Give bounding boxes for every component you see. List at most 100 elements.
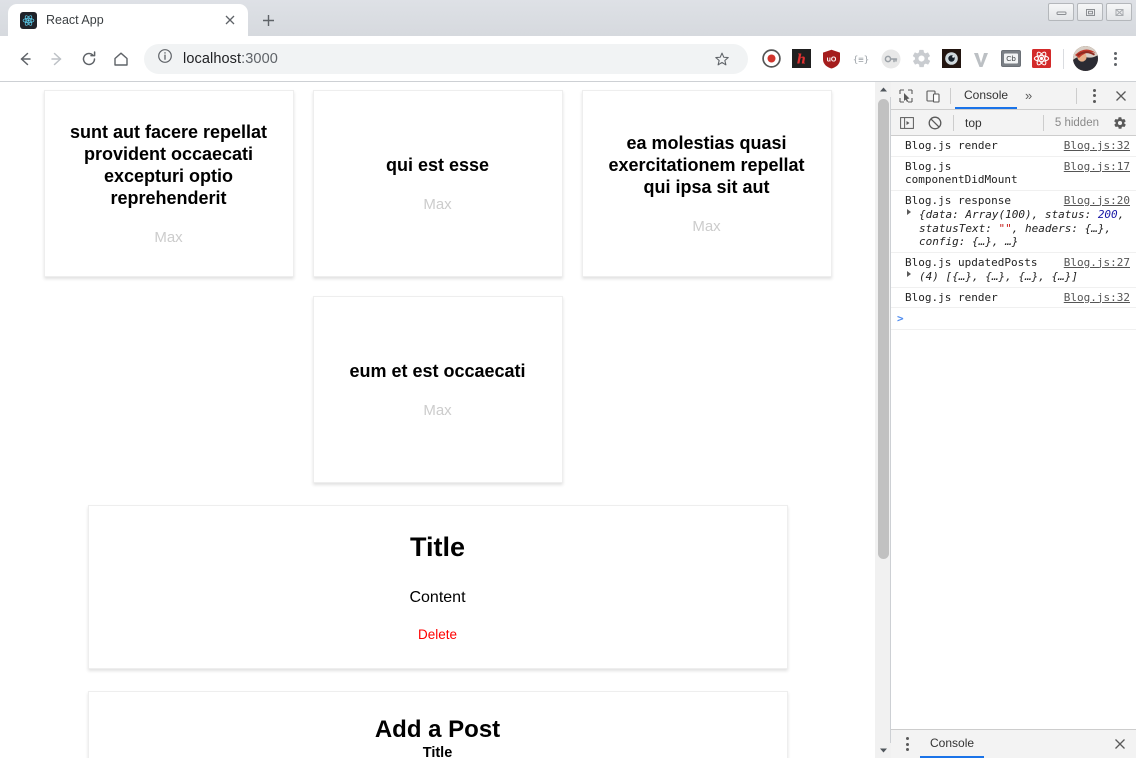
h-extension-icon[interactable]: h <box>788 46 814 72</box>
expand-object-arrow-icon[interactable] <box>907 209 911 215</box>
devtools-more-tabs-button[interactable]: » <box>1018 84 1039 108</box>
console-prompt-row[interactable]: > <box>891 308 1136 330</box>
reload-button[interactable] <box>74 44 104 74</box>
console-settings-icon[interactable] <box>1107 111 1133 135</box>
vimium-extension-icon[interactable] <box>968 46 994 72</box>
post-author: Max <box>154 229 183 246</box>
window-controls <box>1048 3 1132 21</box>
console-drawer-bar: Console <box>891 729 1136 758</box>
forward-button[interactable] <box>42 44 72 74</box>
new-tab-button[interactable] <box>254 6 282 34</box>
back-button[interactable] <box>10 44 40 74</box>
expand-array-arrow-icon[interactable] <box>907 271 911 277</box>
toolbar-divider <box>1063 48 1064 69</box>
post-author: Max <box>692 218 721 235</box>
url-port: :3000 <box>241 50 278 67</box>
extensions-strip: h uO {≡} Cb <box>758 46 1128 72</box>
devtools-toolbar: Console » <box>891 82 1136 110</box>
site-info-icon[interactable] <box>157 48 173 69</box>
scroll-up-arrow-icon[interactable] <box>876 82 891 97</box>
settings-gear-extension-icon[interactable] <box>908 46 934 72</box>
console-log-object[interactable]: (4) [{…}, {…}, {…}, {…}] <box>905 270 1130 284</box>
json-formatter-extension-icon[interactable]: {≡} <box>848 46 874 72</box>
object-statustext-value: "" <box>998 221 1012 235</box>
drawer-tab-console[interactable]: Console <box>920 730 985 758</box>
svg-text:uO: uO <box>826 56 836 63</box>
post-title: sunt aut facere repellat provident occae… <box>69 122 268 208</box>
console-log-source[interactable]: Blog.js:32 <box>1064 291 1130 305</box>
url-host: localhost <box>183 50 242 67</box>
svg-text:h: h <box>796 53 805 68</box>
clipboard-extension-icon[interactable]: Cb <box>998 46 1024 72</box>
console-log-list[interactable]: Blog.js render Blog.js:32 Blog.js compon… <box>891 136 1136 729</box>
screen-capture-extension-icon[interactable] <box>938 46 964 72</box>
page-scrollbar[interactable] <box>875 82 891 758</box>
new-post-heading: Add a Post <box>374 716 501 743</box>
browser-menu-button[interactable] <box>1102 46 1128 72</box>
browser-tab-react-app[interactable]: React App <box>8 4 248 36</box>
tab-title: React App <box>46 13 104 27</box>
console-context-selector[interactable]: top <box>959 116 988 130</box>
react-devtools-extension-icon[interactable] <box>1028 46 1054 72</box>
home-button[interactable] <box>106 44 136 74</box>
bookmark-star-icon[interactable] <box>708 45 736 73</box>
ublock-origin-extension-icon[interactable]: uO <box>818 46 844 72</box>
drawer-menu-button[interactable] <box>894 732 920 756</box>
browser-window: React App localhost:3000 h uO {≡} Cb sun… <box>0 0 1136 758</box>
password-key-extension-icon[interactable] <box>878 46 904 72</box>
console-sidebar-icon[interactable] <box>894 111 920 135</box>
console-log-entry[interactable]: Blog.js response Blog.js:20 {data: Array… <box>891 191 1136 253</box>
close-tab-icon[interactable] <box>221 12 238 29</box>
minimize-window-button[interactable] <box>1048 3 1074 21</box>
console-log-message: Blog.js render <box>905 139 998 152</box>
post-title: ea molestias quasi exercitationem repell… <box>608 133 805 197</box>
close-window-button[interactable] <box>1106 3 1132 21</box>
scrollbar-thumb[interactable] <box>878 99 889 559</box>
svg-text:Cb: Cb <box>1006 54 1016 63</box>
devtools-close-button[interactable] <box>1108 84 1134 108</box>
post-card[interactable]: qui est esse Max <box>312 90 563 277</box>
post-title: qui est esse <box>385 155 490 175</box>
console-log-source[interactable]: Blog.js:20 <box>1064 194 1130 208</box>
full-post-content: Content <box>409 589 466 606</box>
delete-post-button[interactable]: Delete <box>418 627 457 642</box>
console-log-entry[interactable]: Blog.js componentDidMount Blog.js:17 <box>891 157 1136 191</box>
record-extension-icon[interactable] <box>758 46 784 72</box>
console-log-source[interactable]: Blog.js:17 <box>1064 160 1130 174</box>
react-logo-icon <box>20 11 37 29</box>
post-title: eum et est occaecati <box>349 361 526 381</box>
devtools-tab-console[interactable]: Console <box>955 82 1018 109</box>
react-app-root: sunt aut facere repellat provident occae… <box>0 82 875 758</box>
console-hidden-count: 5 hidden <box>1054 116 1099 129</box>
scroll-down-arrow-icon[interactable] <box>876 743 891 758</box>
console-filterbar: top 5 hidden <box>891 110 1136 136</box>
console-log-source[interactable]: Blog.js:27 <box>1064 256 1130 270</box>
post-card[interactable]: sunt aut facere repellat provident occae… <box>43 90 294 277</box>
post-author: Max <box>423 196 452 213</box>
console-log-entry[interactable]: Blog.js render Blog.js:32 <box>891 136 1136 157</box>
console-log-message: Blog.js componentDidMount <box>905 159 1018 187</box>
address-bar-url: localhost:3000 <box>183 51 698 67</box>
console-log-source[interactable]: Blog.js:32 <box>1064 139 1130 153</box>
page-scroll-container: sunt aut facere repellat provident occae… <box>0 82 875 758</box>
maximize-window-button[interactable] <box>1077 3 1103 21</box>
browser-titlebar: React App <box>0 0 1136 36</box>
device-toolbar-icon[interactable] <box>920 84 946 108</box>
object-pre: {data: Array(100), status: <box>919 208 1098 221</box>
console-log-entry[interactable]: Blog.js updatedPosts Blog.js:27 (4) [{…}… <box>891 253 1136 288</box>
drawer-close-button[interactable] <box>1107 732 1133 756</box>
console-filter-divider <box>953 114 954 131</box>
inspect-element-icon[interactable] <box>893 84 919 108</box>
console-log-message: Blog.js response <box>905 193 1011 207</box>
viewport-row: sunt aut facere repellat provident occae… <box>0 82 1136 758</box>
console-log-entry[interactable]: Blog.js render Blog.js:32 <box>891 288 1136 308</box>
devtools-menu-button[interactable] <box>1081 84 1107 108</box>
devtools-toolbar-divider-2 <box>1076 87 1077 104</box>
console-log-object[interactable]: {data: Array(100), status: 200, statusTe… <box>905 208 1130 249</box>
post-card[interactable]: eum et est occaecati Max <box>312 296 563 483</box>
clear-console-icon[interactable] <box>922 111 948 135</box>
new-post-panel: Add a Post Title <box>87 691 788 758</box>
post-card[interactable]: ea molestias quasi exercitationem repell… <box>581 90 832 277</box>
address-bar[interactable]: localhost:3000 <box>144 43 748 74</box>
profile-avatar[interactable] <box>1073 46 1098 71</box>
